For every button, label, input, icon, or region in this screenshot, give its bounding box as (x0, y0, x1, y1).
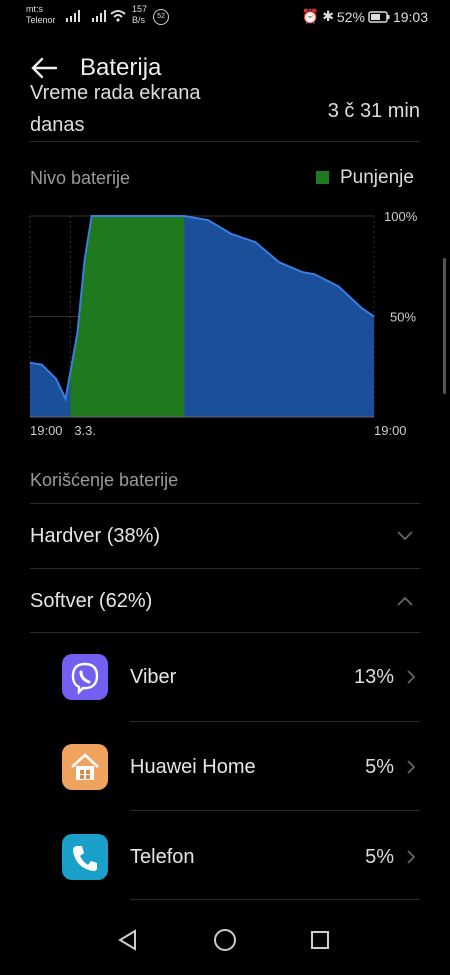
battery-level-label: Nivo baterije (30, 168, 131, 188)
battery-level-chart: 100% 50% 19:00 3.3. 19:00 (29, 209, 418, 438)
divider (30, 141, 420, 142)
back-triangle-icon[interactable] (117, 929, 139, 951)
carrier-label: mt:s Telenor (26, 4, 56, 25)
network-speed: 157 B/s (132, 4, 148, 25)
software-row[interactable]: Softver (62%) (0, 569, 450, 633)
chevron-up-icon[interactable] (396, 595, 414, 607)
chevron-down-icon[interactable] (396, 530, 414, 542)
x-tick-label: 19:00 (30, 423, 63, 438)
divider (130, 899, 420, 900)
home-circle-icon[interactable] (213, 928, 237, 952)
app-row-viber[interactable]: Viber 13% (0, 633, 450, 721)
navigation-bar (0, 905, 450, 975)
app-percent: 5% (365, 846, 394, 868)
y-tick-label-100: 100% (384, 209, 418, 224)
x-tick-label: 19:00 (374, 423, 407, 438)
status-bar: mt:s Telenor 157 B/s 52 ⏰ ✱ 52% 19:03 (0, 0, 450, 34)
battery-icon (368, 10, 390, 23)
notification-badge: 52 (153, 9, 169, 25)
legend-swatch (316, 171, 329, 184)
home-icon (62, 744, 108, 790)
screen-time-row: Vreme rada ekrana danas 3 č 31 min (30, 82, 420, 142)
bluetooth-icon: ✱ (322, 8, 334, 24)
x-tick-label: 3.3. (74, 423, 96, 438)
battery-usage-label: Korišćenje baterije (30, 470, 179, 490)
clock: 19:03 (392, 8, 428, 25)
app-name: Viber (130, 666, 177, 688)
status-right: ⏰ ✱ 52% 19:03 (302, 8, 428, 25)
chevron-right-icon (407, 670, 416, 684)
recents-square-icon[interactable] (310, 930, 330, 950)
app-row-huawei-home[interactable]: Huawei Home 5% (0, 722, 450, 810)
chevron-right-icon (407, 760, 416, 774)
signal-icon (66, 10, 80, 22)
page-title: Baterija (80, 54, 162, 81)
y-tick-label-50: 50% (390, 310, 416, 325)
legend-label: Punjenje (340, 167, 414, 188)
app-percent: 5% (365, 756, 394, 778)
app-row-telefon[interactable]: Telefon 5% (0, 811, 450, 899)
hardware-label: Hardver (38%) (30, 525, 161, 547)
chevron-right-icon (407, 850, 416, 864)
alarm-icon: ⏰ (301, 8, 320, 24)
hardware-row[interactable]: Hardver (38%) (0, 504, 450, 568)
software-label: Softver (62%) (30, 590, 153, 612)
app-name: Telefon (130, 846, 195, 868)
app-name: Huawei Home (130, 756, 256, 778)
back-arrow-icon[interactable] (30, 56, 58, 80)
app-percent: 13% (353, 666, 394, 688)
screen-time-value: 3 č 31 min (327, 100, 420, 122)
phone-icon (62, 834, 108, 880)
scrollbar[interactable] (443, 258, 446, 394)
wifi-icon (110, 10, 126, 22)
signal-icon-2 (92, 10, 106, 22)
battery-percent: 52% (336, 8, 365, 25)
viber-icon (62, 654, 108, 700)
screen-time-label-2: danas (30, 114, 85, 136)
screen-time-label-1: Vreme rada ekrana (30, 82, 201, 104)
